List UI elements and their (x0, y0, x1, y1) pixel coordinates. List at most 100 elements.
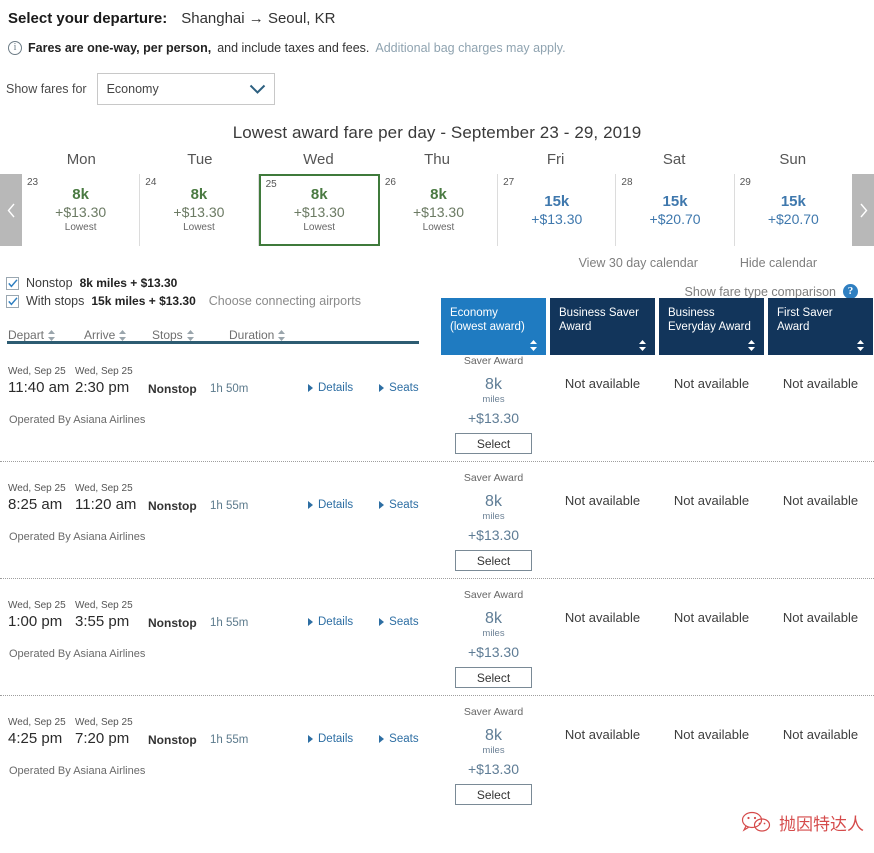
chevron-right-icon (859, 203, 867, 217)
calendar-day-note: Lowest (303, 221, 336, 233)
fare-class-line2: (lowest award) (450, 321, 525, 333)
calendar-day-26[interactable]: 26 8k +$13.30 Lowest (379, 174, 499, 246)
sort-duration[interactable]: Duration (229, 328, 286, 342)
filter-with-stops[interactable]: With stops 15k miles + $13.30 Choose con… (6, 294, 361, 308)
details-label: Details (318, 382, 354, 394)
details-link[interactable]: Details (308, 616, 353, 628)
flight-itinerary: Wed, Sep 25 11:40 am Wed, Sep 25 2:30 pm Non… (8, 366, 419, 397)
details-link[interactable]: Details (308, 733, 353, 745)
help-icon[interactable]: ? (843, 284, 858, 299)
triangle-right-icon (308, 735, 313, 743)
calendar-day-tax: +$13.30 (55, 203, 107, 220)
calendar-prev-button[interactable] (0, 174, 22, 246)
duration-value: 1h 55m (210, 617, 249, 629)
calendar-day-number: 29 (739, 177, 751, 188)
select-button[interactable]: Select (455, 784, 532, 805)
cabin-select[interactable]: Economy (96, 73, 275, 105)
flight-results-list: Wed, Sep 25 11:40 am Wed, Sep 25 2:30 pm Non… (0, 345, 874, 813)
stops-value: Nonstop (148, 499, 197, 513)
filters-and-headers: Nonstop 8k miles + $13.30 With stops 15k… (0, 276, 874, 355)
seats-link[interactable]: Seats (379, 499, 419, 511)
flight-row: Wed, Sep 25 4:25 pm Wed, Sep 25 7:20 pm Nons… (0, 696, 874, 813)
seats-link[interactable]: Seats (379, 382, 419, 394)
arrive-date: Wed, Sep 25 (75, 717, 133, 728)
hide-calendar-link[interactable]: Hide calendar (740, 256, 817, 270)
calendar-next-button[interactable] (852, 174, 874, 246)
with-stops-checkbox[interactable] (6, 294, 19, 308)
details-label: Details (318, 499, 354, 511)
triangle-right-icon (379, 384, 385, 392)
filter-nonstop[interactable]: Nonstop 8k miles + $13.30 (6, 276, 361, 290)
calendar-day-miles: 8k (310, 185, 328, 203)
sort-stops[interactable]: Stops (152, 328, 229, 342)
fare-cells: Saver Award 8k miles +$13.30 Select Not avail… (441, 589, 873, 688)
watermark: 抛因特达人 (741, 810, 864, 835)
arrive-time: 11:20 am (75, 496, 137, 513)
triangle-right-icon (379, 735, 385, 743)
depart-cell: Wed, Sep 25 1:00 pm (8, 600, 75, 631)
triangle-right-icon (379, 618, 385, 626)
choose-connecting-airports-link[interactable]: Choose connecting airports (209, 294, 361, 308)
fare-cell-2: Not available (659, 706, 764, 805)
depart-cell: Wed, Sep 25 8:25 am (8, 483, 75, 514)
nonstop-label: Nonstop (26, 276, 73, 290)
arrive-date: Wed, Sep 25 (75, 483, 133, 494)
fare-unavailable: Not available (564, 493, 641, 508)
sort-duration-label: Duration (229, 328, 275, 342)
fare-class-line1: Business Saver (559, 307, 639, 319)
select-button[interactable]: Select (455, 433, 532, 454)
arrive-cell: Wed, Sep 25 7:20 pm (75, 717, 142, 748)
fare-cell-3: Not available (768, 589, 873, 688)
details-link[interactable]: Details (308, 499, 353, 511)
duration-value: 1h 55m (210, 734, 249, 746)
nonstop-checkbox[interactable] (6, 276, 19, 290)
fare-unavailable: Not available (782, 493, 859, 508)
fare-cell-1: Not available (550, 706, 655, 805)
calendar-day-27[interactable]: 27 15k +$13.30 (498, 174, 617, 246)
with-stops-amount: 15k miles + $13.30 (91, 294, 196, 308)
details-label: Details (318, 733, 354, 745)
weekday-label: Tue (187, 151, 213, 168)
operated-by: Operated By Asiana Airlines (9, 765, 146, 777)
view-30-day-calendar-link[interactable]: View 30 day calendar (579, 256, 698, 270)
select-button[interactable]: Select (455, 667, 532, 688)
operated-by: Operated By Asiana Airlines (9, 531, 146, 543)
chevron-down-icon (249, 84, 265, 94)
fare-unavailable: Not available (782, 610, 859, 625)
fare-cell-0: Saver Award 8k miles +$13.30 Select (441, 706, 546, 805)
select-button[interactable]: Select (455, 550, 532, 571)
seats-label: Seats (389, 382, 419, 394)
fare-cell-1: Not available (550, 472, 655, 571)
seats-link[interactable]: Seats (379, 616, 419, 628)
calendar-day-tax: +$20.70 (649, 210, 701, 227)
calendar-day-miles: 15k (544, 192, 570, 210)
calendar-day-number: 23 (27, 177, 39, 188)
fare-disclaimer-rest: and include taxes and fees. (217, 41, 370, 55)
seats-link[interactable]: Seats (379, 733, 419, 745)
sort-depart[interactable]: Depart (8, 328, 84, 342)
sort-arrive-label: Arrive (84, 328, 116, 342)
calendar-day-tax: +$13.30 (173, 203, 225, 220)
fare-miles-unit: miles (482, 511, 505, 522)
fare-tax: +$13.30 (468, 410, 519, 426)
calendar-day-tax: +$13.30 (293, 203, 345, 220)
weekday-label: Mon (66, 151, 96, 168)
bag-charges-link[interactable]: Additional bag charges may apply. (375, 41, 565, 55)
calendar-day-miles: 8k (190, 185, 208, 203)
calendar-day-25[interactable]: 25 8k +$13.30 Lowest (258, 174, 380, 246)
calendar-day-29[interactable]: 29 15k +$20.70 (734, 174, 852, 246)
calendar-day-28[interactable]: 28 15k +$20.70 (616, 174, 735, 246)
sort-stops-label: Stops (152, 328, 183, 342)
sort-arrive[interactable]: Arrive (84, 328, 152, 342)
fare-cells: Saver Award 8k miles +$13.30 Select Not avail… (441, 706, 873, 805)
calendar-day-miles: 15k (662, 192, 688, 210)
fare-unavailable: Not available (782, 376, 859, 391)
details-link[interactable]: Details (308, 382, 353, 394)
depart-date: Wed, Sep 25 (8, 483, 66, 494)
arrive-time: 2:30 pm (75, 379, 130, 396)
fare-tier: Saver Award (463, 706, 524, 718)
fare-type-comparison[interactable]: Show fare type comparison ? (685, 284, 858, 299)
calendar-day-24[interactable]: 24 8k +$13.30 Lowest (140, 174, 259, 246)
flight-row: Wed, Sep 25 8:25 am Wed, Sep 25 11:20 am Non… (0, 462, 874, 579)
calendar-day-23[interactable]: 23 8k +$13.30 Lowest (22, 174, 141, 246)
